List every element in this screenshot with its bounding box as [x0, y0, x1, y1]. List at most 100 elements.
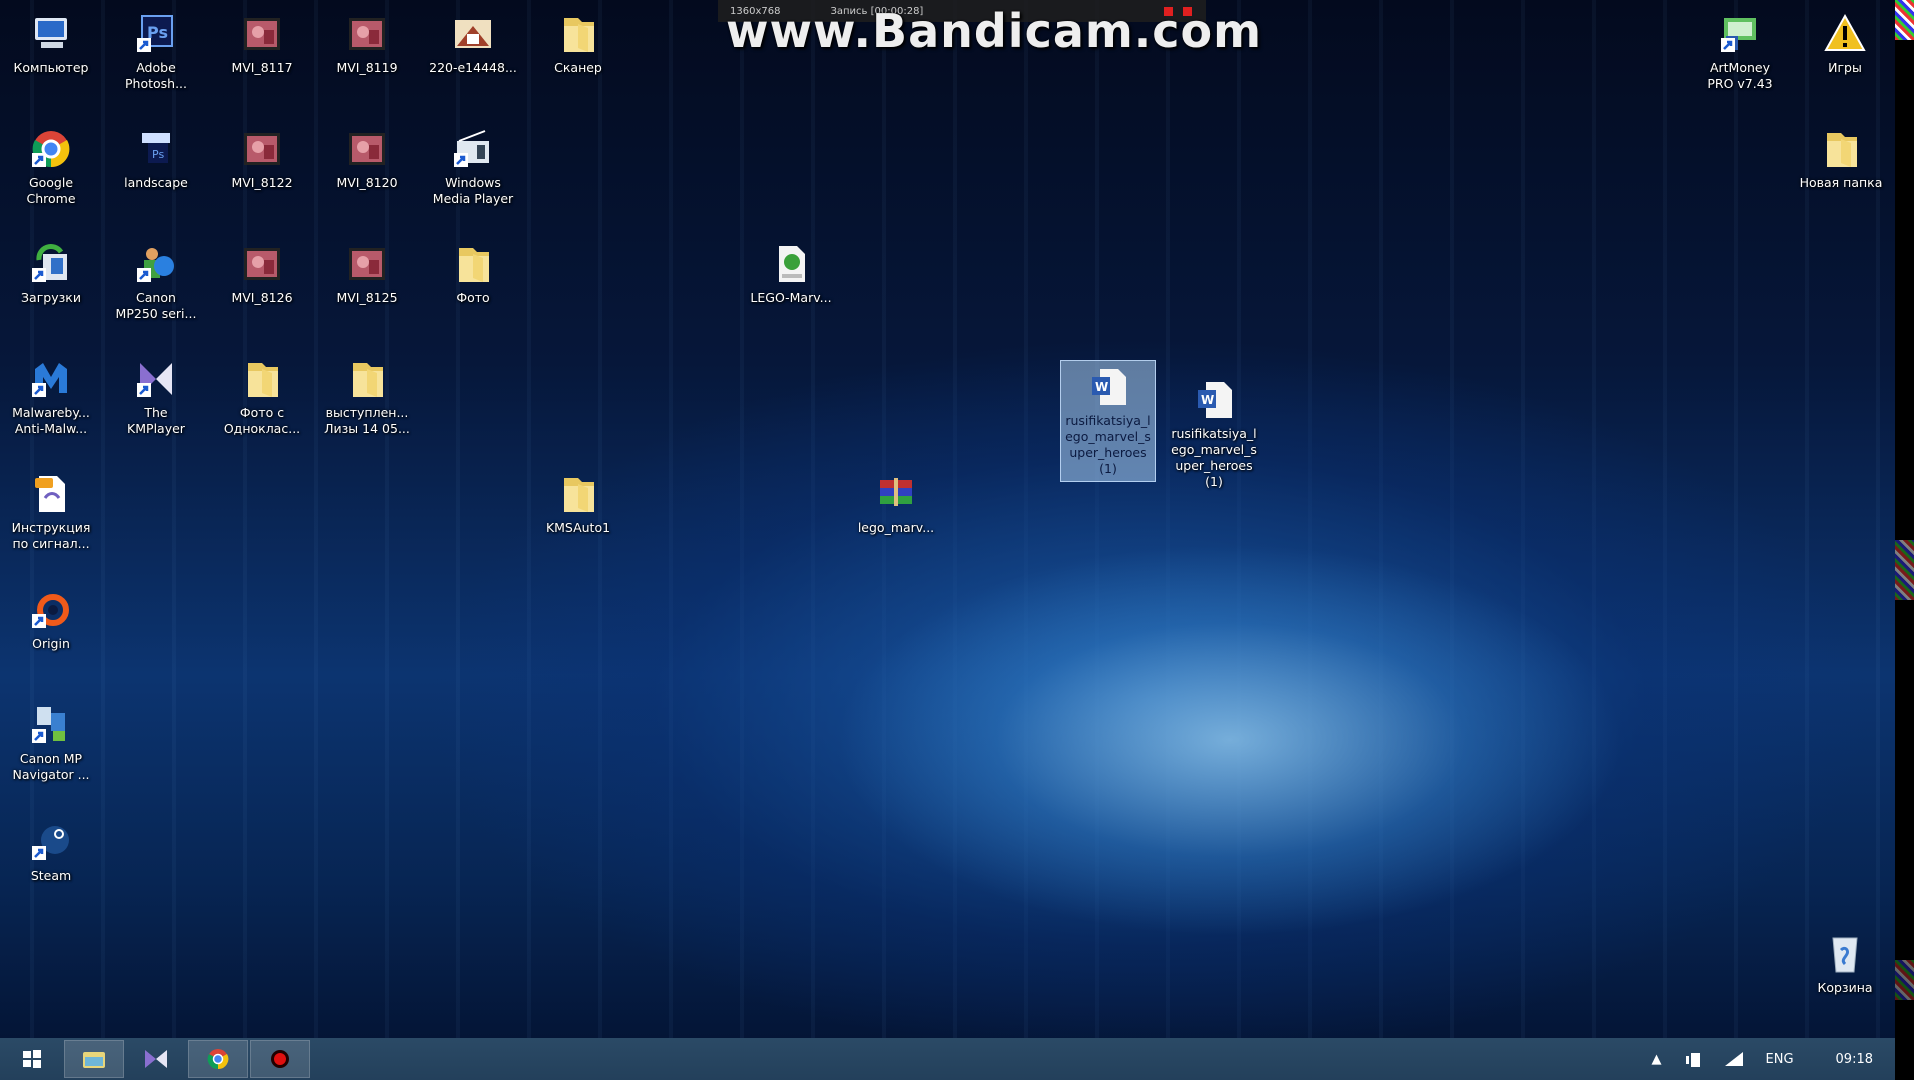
desktop-icon[interactable]: Сканер — [530, 12, 626, 76]
network-icon[interactable] — [1684, 1050, 1702, 1068]
steam-icon — [32, 826, 69, 860]
taskbar: ▲ ENG 09:18 — [0, 1038, 1895, 1080]
desktop-icon[interactable]: MVI_8125 — [319, 242, 415, 306]
desktop-icon[interactable]: MVI_8126 — [214, 242, 310, 306]
folder-icon — [564, 18, 594, 52]
desktop-icon-label: landscape — [124, 175, 188, 190]
desktop-icon[interactable]: Steam — [3, 820, 99, 884]
pdf-icon — [35, 476, 65, 512]
desktop-icon[interactable]: Origin — [3, 588, 99, 652]
desktop-icon-label: Игры — [1828, 60, 1862, 75]
screen-edge-strip — [1895, 0, 1914, 1080]
folder-icon — [248, 363, 278, 397]
desktop-icon-label: Фото — [456, 290, 490, 305]
desktop-icon[interactable]: Загрузки — [3, 242, 99, 306]
taskbar-bandicam[interactable] — [250, 1040, 310, 1078]
desktop-icon[interactable]: MVI_8122 — [214, 127, 310, 191]
taskbar-file-explorer[interactable] — [64, 1040, 124, 1078]
desktop-icon-label: Новая папка — [1799, 175, 1883, 190]
desktop-icon-label: rusifikatsiya_l ego_marvel_s uper_heroes… — [1171, 426, 1257, 489]
desktop-icon[interactable]: Wrusifikatsiya_l ego_marvel_s uper_heroe… — [1060, 360, 1156, 482]
desktop-icon[interactable]: MVI_8119 — [319, 12, 415, 76]
start-button[interactable] — [2, 1040, 62, 1078]
origin-icon — [32, 594, 69, 628]
desktop-icon[interactable]: Игры — [1797, 12, 1893, 76]
windows-start-icon — [23, 1050, 41, 1068]
desktop-icon-label: Google Chrome — [26, 175, 76, 206]
word-doc-icon: W — [1092, 369, 1126, 405]
chrome-icon — [32, 131, 70, 168]
signal-icon[interactable] — [1724, 1051, 1744, 1067]
show-hidden-icons-button[interactable]: ▲ — [1652, 1052, 1662, 1067]
desktop-icon-label: MVI_8125 — [336, 290, 398, 305]
desktop-icon-label: Steam — [30, 868, 72, 883]
desktop-icon-label: Malwareby... Anti-Malw... — [12, 405, 90, 436]
video-icon — [349, 248, 385, 280]
desktop-icon-label: Canon MP250 seri... — [115, 290, 197, 321]
desktop-icon[interactable]: Canon MP250 seri... — [108, 242, 204, 322]
desktop-icon[interactable]: KMSAuto1 — [530, 472, 626, 536]
desktop-icon-label: 220-e14448... — [429, 60, 517, 75]
svg-text:W: W — [1201, 393, 1214, 407]
desktop-icon-label: LEGO-Marv... — [750, 290, 832, 305]
video-icon — [244, 133, 280, 165]
desktop-icon[interactable]: ArtMoney PRO v7.43 — [1692, 12, 1788, 92]
desktop-icon-label: выступлен... Лизы 14 05... — [324, 405, 410, 436]
desktop-icon-label: The KMPlayer — [127, 405, 185, 436]
desktop-icon-label: MVI_8120 — [336, 175, 398, 190]
chrome-icon — [207, 1049, 229, 1070]
artmoney-icon — [1721, 18, 1756, 52]
desktop-icon[interactable]: 220-e14448... — [425, 12, 521, 76]
downloads-icon — [32, 244, 67, 282]
desktop-icon-label: lego_marv... — [857, 520, 935, 535]
desktop-icon[interactable]: Malwareby... Anti-Malw... — [3, 357, 99, 437]
desktop-icon-label: Origin — [32, 636, 70, 651]
desktop-icon[interactable]: Новая папка — [1793, 127, 1889, 191]
media-player-icon — [454, 130, 489, 167]
svg-text:Ps: Ps — [152, 148, 164, 161]
desktop-icon[interactable]: The KMPlayer — [108, 357, 204, 437]
desktop-icon[interactable]: Windows Media Player — [425, 127, 521, 207]
video-icon — [349, 133, 385, 165]
desktop-icon[interactable]: Инструкция по сигнал... — [3, 472, 99, 552]
desktop-icon[interactable]: Фото — [425, 242, 521, 306]
desktop-icon-label: MVI_8117 — [231, 60, 293, 75]
desktop-icon[interactable]: LEGO-Marv... — [743, 242, 839, 306]
taskbar-kmplayer[interactable] — [126, 1040, 186, 1078]
desktop-icon[interactable]: Ps landscape — [108, 127, 204, 191]
desktop-icon[interactable]: Компьютер — [3, 12, 99, 76]
image-icon — [455, 20, 491, 48]
recycle-bin-icon — [1832, 937, 1858, 973]
video-icon — [244, 248, 280, 280]
desktop-icon[interactable]: Canon MP Navigator ... — [3, 703, 99, 783]
desktop-icon-label: Windows Media Player — [432, 175, 514, 206]
computer-icon — [35, 18, 67, 48]
svg-text:W: W — [1095, 380, 1108, 394]
torrent-icon — [779, 246, 805, 282]
desktop-icon[interactable]: MVI_8120 — [319, 127, 415, 191]
system-tray: ▲ ENG 09:18 — [1652, 1038, 1873, 1080]
desktop-icon-label: Canon MP Navigator ... — [12, 751, 90, 782]
desktop-icon-label: MVI_8126 — [231, 290, 293, 305]
desktop-icon[interactable]: Wrusifikatsiya_l ego_marvel_s uper_heroe… — [1166, 378, 1262, 490]
desktop-icon[interactable]: Корзина — [1797, 932, 1893, 996]
desktop-icon-label: Adobe Photosh... — [124, 60, 187, 91]
desktop-icon-label: Сканер — [554, 60, 602, 75]
taskbar-chrome[interactable] — [188, 1040, 248, 1078]
kmplayer-icon — [145, 1050, 167, 1068]
desktop-icon[interactable]: выступлен... Лизы 14 05... — [319, 357, 415, 437]
desktop-icon[interactable]: Ps Adobe Photosh... — [108, 12, 204, 92]
desktop-icon-label: MVI_8119 — [336, 60, 398, 75]
desktop-icon[interactable]: lego_marv... — [848, 472, 944, 536]
desktop-icon-label: Корзина — [1817, 980, 1873, 995]
folder-icon — [353, 363, 383, 397]
warning-icon — [1824, 13, 1866, 51]
malwarebytes-icon — [32, 363, 67, 397]
language-indicator[interactable]: ENG — [1766, 1052, 1794, 1067]
desktop-icon[interactable]: MVI_8117 — [214, 12, 310, 76]
desktop-icon[interactable]: Фото с Одноклас... — [214, 357, 310, 437]
bandicam-icon — [271, 1050, 289, 1068]
desktop-icon[interactable]: Google Chrome — [3, 127, 99, 207]
clock[interactable]: 09:18 — [1836, 1052, 1873, 1067]
bandicam-watermark: www.Bandicam.com — [726, 4, 1263, 58]
